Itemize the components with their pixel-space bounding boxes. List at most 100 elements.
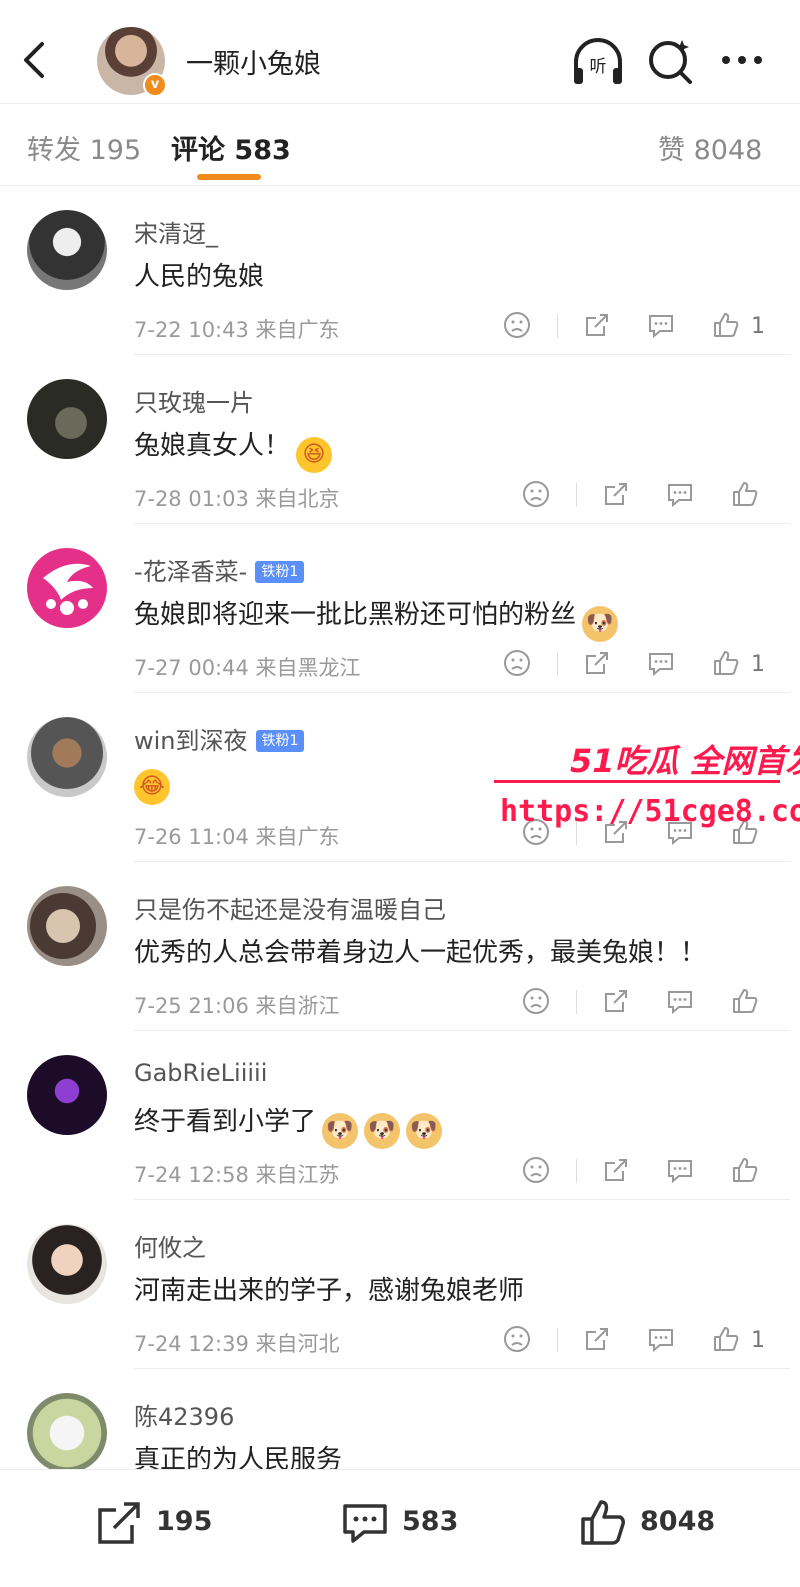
repost-icon bbox=[98, 1502, 140, 1544]
like-icon[interactable] bbox=[711, 648, 743, 678]
comment-meta: 7-24 12:39 来自河北 bbox=[134, 1332, 340, 1356]
commenter-avatar[interactable] bbox=[27, 886, 107, 966]
like-icon[interactable] bbox=[711, 310, 743, 340]
dislike-icon[interactable] bbox=[502, 1324, 534, 1354]
share-icon[interactable] bbox=[601, 817, 633, 847]
commenter-avatar[interactable] bbox=[27, 548, 107, 628]
laugh-cry-emoji-icon: 😂 bbox=[134, 769, 170, 805]
reply-icon[interactable] bbox=[665, 986, 697, 1016]
author-avatar[interactable]: v bbox=[97, 27, 167, 97]
dislike-icon[interactable] bbox=[521, 817, 553, 847]
divider bbox=[557, 1328, 558, 1352]
commenter-name[interactable]: 何攸之 bbox=[134, 1228, 206, 1263]
commenter-avatar[interactable] bbox=[27, 1393, 107, 1469]
commenter-avatar[interactable] bbox=[27, 210, 107, 290]
laugh-emoji-icon: 😆 bbox=[296, 437, 333, 473]
repost-count: 195 bbox=[156, 1506, 213, 1537]
share-icon[interactable] bbox=[601, 986, 633, 1016]
commenter-avatar[interactable] bbox=[27, 1055, 107, 1135]
share-icon[interactable] bbox=[601, 479, 633, 509]
divider bbox=[576, 821, 577, 845]
comment-item: GabRieLiiiii 终于看到小学了 🐶 🐶 🐶 7-24 12:58 来自江苏 bbox=[0, 1031, 800, 1200]
comment-meta: 7-27 00:44 来自黑龙江 bbox=[134, 656, 361, 680]
tab-comment[interactable]: 评论 583 bbox=[171, 128, 291, 167]
like-icon[interactable] bbox=[730, 1155, 762, 1185]
reply-icon[interactable] bbox=[646, 1324, 678, 1354]
comment-text: 😂 bbox=[134, 763, 170, 805]
comment-meta: 7-25 21:06 来自浙江 bbox=[134, 994, 340, 1018]
search-icon[interactable] bbox=[644, 34, 700, 90]
commenter-name[interactable]: GabRieLiiiii bbox=[134, 1059, 267, 1087]
like-icon[interactable] bbox=[730, 817, 762, 847]
commenter-name[interactable]: 宋清迓_ bbox=[134, 214, 218, 249]
comment-meta: 7-24 12:58 来自江苏 bbox=[134, 1163, 340, 1187]
comment-meta: 7-26 11:04 来自广东 bbox=[134, 825, 340, 849]
author-name[interactable]: 一颗小兔娘 bbox=[186, 42, 321, 81]
commenter-name[interactable]: -花泽香菜- 铁粉1 bbox=[134, 552, 305, 587]
like-count: 1 bbox=[751, 652, 765, 677]
like-icon[interactable] bbox=[711, 1324, 743, 1354]
commenter-avatar[interactable] bbox=[27, 717, 107, 797]
commenter-avatar[interactable] bbox=[27, 379, 107, 459]
comment-text: 河南走出来的学子，感谢兔娘老师 bbox=[134, 1276, 525, 1306]
like-icon bbox=[581, 1500, 625, 1545]
divider bbox=[557, 652, 558, 676]
comment-text: 兔娘真女人！ 😆 bbox=[134, 425, 333, 473]
divider bbox=[557, 314, 558, 338]
commenter-name[interactable]: win到深夜 铁粉1 bbox=[134, 721, 305, 756]
share-icon[interactable] bbox=[601, 1155, 633, 1185]
comment-count: 583 bbox=[402, 1506, 459, 1537]
reply-icon[interactable] bbox=[646, 310, 678, 340]
commenter-name[interactable]: 陈42396 bbox=[134, 1397, 234, 1432]
comment-button[interactable]: 583 bbox=[340, 1494, 480, 1550]
reply-icon[interactable] bbox=[665, 1155, 697, 1185]
comment-text: 兔娘即将迎来一批比黑粉还可怕的粉丝 🐶 bbox=[134, 594, 619, 642]
like-button[interactable]: 8048 bbox=[578, 1494, 738, 1550]
share-icon[interactable] bbox=[582, 1324, 614, 1354]
tab-bar: 转发 195 评论 583 赞 8048 bbox=[0, 104, 800, 186]
back-icon[interactable] bbox=[18, 38, 54, 82]
like-count: 1 bbox=[751, 314, 765, 339]
svg-text:听: 听 bbox=[590, 57, 607, 77]
comment-item: -花泽香菜- 铁粉1 兔娘即将迎来一批比黑粉还可怕的粉丝 🐶 7-27 00:44 … bbox=[0, 524, 800, 693]
dislike-icon[interactable] bbox=[502, 648, 534, 678]
tab-repost[interactable]: 转发 195 bbox=[27, 128, 141, 167]
comment-item: 只玫瑰一片 兔娘真女人！ 😆 7-28 01:03 来自北京 bbox=[0, 355, 800, 524]
listen-icon[interactable]: 听 bbox=[570, 34, 626, 90]
doge-emoji-icon: 🐶 bbox=[406, 1113, 443, 1149]
share-icon[interactable] bbox=[582, 310, 614, 340]
active-tab-indicator bbox=[197, 174, 261, 180]
dislike-icon[interactable] bbox=[502, 310, 534, 340]
bird-logo-icon bbox=[43, 563, 93, 615]
like-count: 1 bbox=[751, 1328, 765, 1353]
dislike-icon[interactable] bbox=[521, 986, 553, 1016]
more-icon[interactable] bbox=[716, 34, 772, 90]
like-icon[interactable] bbox=[730, 479, 762, 509]
like-count: 8048 bbox=[640, 1506, 716, 1537]
comment-meta: 7-28 01:03 来自北京 bbox=[134, 487, 340, 511]
commenter-avatar[interactable] bbox=[27, 1224, 107, 1304]
fan-badge: 铁粉1 bbox=[255, 561, 305, 583]
dislike-icon[interactable] bbox=[521, 479, 553, 509]
doge-emoji-icon: 🐶 bbox=[322, 1113, 359, 1149]
dislike-icon[interactable] bbox=[521, 1155, 553, 1185]
comment-text: 终于看到小学了 🐶 🐶 🐶 bbox=[134, 1101, 443, 1149]
commenter-name[interactable]: 只玫瑰一片 bbox=[134, 383, 254, 418]
divider bbox=[576, 1159, 577, 1183]
repost-button[interactable]: 195 bbox=[94, 1494, 234, 1550]
commenter-name[interactable]: 只是伤不起还是没有温暖自己 bbox=[134, 890, 446, 925]
share-icon[interactable] bbox=[582, 648, 614, 678]
fan-badge: 铁粉1 bbox=[255, 730, 305, 752]
comment-item: 宋清迓_ 人民的兔娘 7-22 10:43 来自广东 1 bbox=[0, 186, 800, 355]
reply-icon[interactable] bbox=[665, 479, 697, 509]
like-icon[interactable] bbox=[730, 986, 762, 1016]
comment-text: 优秀的人总会带着身边人一起优秀，最美兔娘！！ bbox=[134, 938, 707, 968]
tab-like[interactable]: 赞 8048 bbox=[658, 128, 762, 167]
bottom-action-bar: 195 583 8048 bbox=[0, 1469, 800, 1587]
reply-icon[interactable] bbox=[646, 648, 678, 678]
top-bar: v 一颗小兔娘 听 bbox=[0, 0, 800, 104]
doge-emoji-icon: 🐶 bbox=[582, 606, 619, 642]
reply-icon[interactable] bbox=[665, 817, 697, 847]
divider bbox=[576, 483, 577, 507]
comment-icon bbox=[343, 1504, 387, 1543]
